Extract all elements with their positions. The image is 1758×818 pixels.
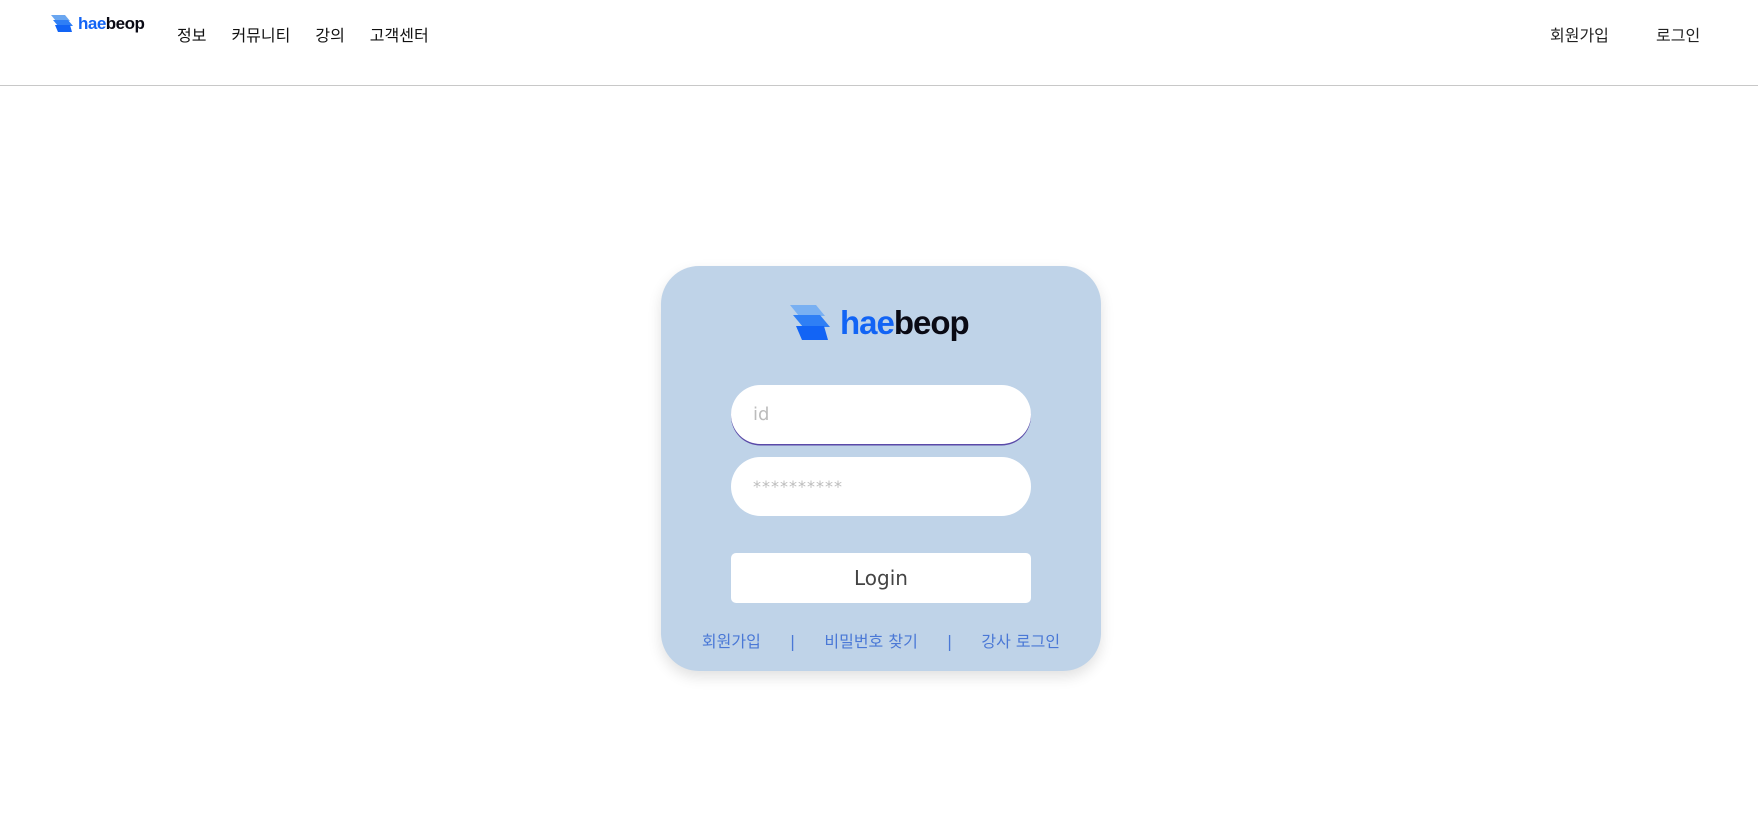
link-separator: | <box>789 632 796 651</box>
card-brand-name-part1: hae <box>840 304 895 341</box>
top-navigation-bar: haebeop 정보 커뮤니티 강의 고객센터 회원가입 로그인 <box>0 0 1758 86</box>
brand-name-part2: beop <box>105 14 145 33</box>
nav-item-lecture[interactable]: 강의 <box>315 22 344 46</box>
card-brand-name: haebeop <box>840 304 970 342</box>
auth-links: 회원가입 | 비밀번호 찾기 | 강사 로그인 <box>661 628 1101 652</box>
header-signup-link[interactable]: 회원가입 <box>1550 22 1609 46</box>
login-card: haebeop Login 회원가입 | 비밀번호 찾기 | 강사 로그인 <box>661 266 1101 671</box>
signup-link[interactable]: 회원가입 <box>702 632 761 651</box>
main-nav: 정보 커뮤니티 강의 고객센터 <box>177 22 454 46</box>
card-brand-name-part2: beop <box>893 304 970 341</box>
login-button[interactable]: Login <box>731 553 1031 603</box>
card-brand-logo: haebeop <box>788 304 970 342</box>
brand-name-part1: hae <box>78 14 106 33</box>
nav-item-info[interactable]: 정보 <box>177 22 206 46</box>
link-separator: | <box>946 632 953 651</box>
nav-item-community[interactable]: 커뮤니티 <box>231 22 290 46</box>
stacked-layers-logo-icon <box>790 305 830 340</box>
id-input[interactable] <box>731 385 1031 444</box>
find-password-link[interactable]: 비밀번호 찾기 <box>824 632 917 651</box>
instructor-login-link[interactable]: 강사 로그인 <box>981 632 1060 651</box>
header-login-link[interactable]: 로그인 <box>1656 22 1700 46</box>
stacked-layers-logo-icon <box>51 15 73 32</box>
brand-logo[interactable]: haebeop <box>50 14 145 34</box>
nav-item-support[interactable]: 고객센터 <box>370 22 429 46</box>
password-input[interactable] <box>731 457 1031 516</box>
brand-name: haebeop <box>78 14 145 34</box>
